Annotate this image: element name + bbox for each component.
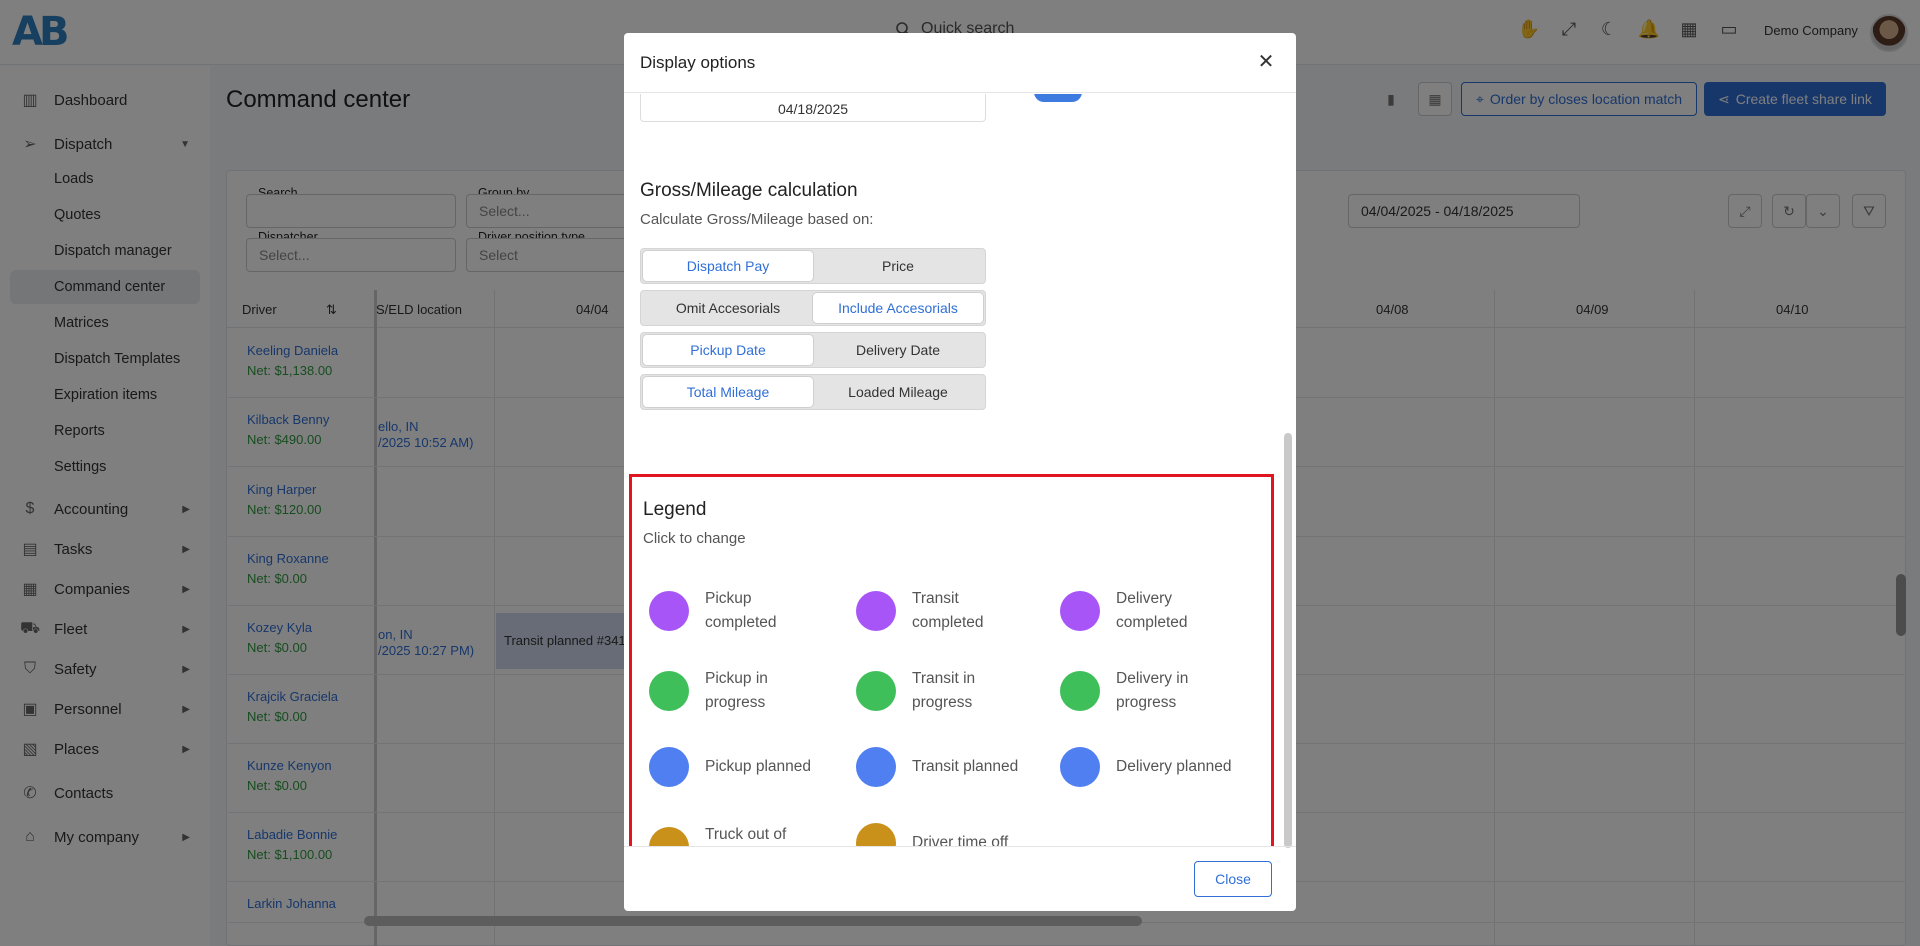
total-mileage-option[interactable]: Total Mileage (643, 377, 813, 407)
modal-scrollbar[interactable] (1284, 433, 1292, 848)
legend-item[interactable]: Delivery completed (1060, 587, 1236, 635)
close-icon[interactable]: ✕ (1254, 50, 1278, 74)
modal-body: 04/18/2025 Gross/Mileage calculation Cal… (624, 94, 1296, 846)
gross-mileage-title: Gross/Mileage calculation (640, 180, 858, 201)
modal-title: Display options (640, 53, 756, 72)
date-basis-toggle: Pickup Date Delivery Date (640, 332, 986, 368)
legend-item[interactable]: Transit in progress (856, 667, 1032, 715)
mileage-basis-toggle: Total Mileage Loaded Mileage (640, 374, 986, 410)
loaded-mileage-option[interactable]: Loaded Mileage (813, 377, 983, 407)
legend-item[interactable]: Driver time off (856, 823, 1052, 846)
pay-basis-toggle: Dispatch Pay Price (640, 248, 986, 284)
omit-accessorials-option[interactable]: Omit Accesorials (643, 293, 813, 323)
gross-mileage-subtitle: Calculate Gross/Mileage based on: (640, 211, 874, 228)
legend-item[interactable]: Pickup in progress (649, 667, 825, 715)
legend-item[interactable]: Delivery planned (1060, 747, 1266, 787)
modal-header: Display options ✕ (624, 33, 1296, 93)
accessorials-toggle: Omit Accesorials Include Accesorials (640, 290, 986, 326)
include-accessorials-option[interactable]: Include Accesorials (813, 293, 983, 323)
legend-item[interactable]: Truck out of service (649, 823, 825, 846)
display-options-modal: Display options ✕ 04/18/2025 Gross/Milea… (624, 33, 1296, 911)
color-swatch[interactable] (649, 671, 689, 711)
modal-footer: Close (624, 846, 1296, 911)
color-swatch[interactable] (1060, 591, 1100, 631)
color-swatch[interactable] (1060, 747, 1100, 787)
pickup-date-option[interactable]: Pickup Date (643, 335, 813, 365)
date-input[interactable]: 04/18/2025 (640, 94, 986, 122)
delivery-date-option[interactable]: Delivery Date (813, 335, 983, 365)
color-swatch[interactable] (856, 823, 896, 846)
color-swatch[interactable] (856, 591, 896, 631)
legend-section: Legend Click to change Pickup completed … (629, 474, 1274, 846)
price-option[interactable]: Price (813, 251, 983, 281)
legend-item[interactable]: Pickup completed (649, 587, 825, 635)
color-swatch[interactable] (649, 827, 689, 846)
close-button[interactable]: Close (1194, 861, 1272, 897)
toggle-switch[interactable] (1034, 94, 1082, 102)
legend-item[interactable]: Transit completed (856, 587, 1032, 635)
legend-item[interactable]: Transit planned (856, 747, 1052, 787)
color-swatch[interactable] (649, 591, 689, 631)
legend-subtitle: Click to change (643, 530, 746, 547)
legend-item[interactable]: Pickup planned (649, 747, 845, 787)
legend-title: Legend (643, 499, 707, 520)
dispatch-pay-option[interactable]: Dispatch Pay (643, 251, 813, 281)
legend-item[interactable]: Delivery in progress (1060, 667, 1236, 715)
color-swatch[interactable] (856, 747, 896, 787)
color-swatch[interactable] (649, 747, 689, 787)
color-swatch[interactable] (856, 671, 896, 711)
color-swatch[interactable] (1060, 671, 1100, 711)
